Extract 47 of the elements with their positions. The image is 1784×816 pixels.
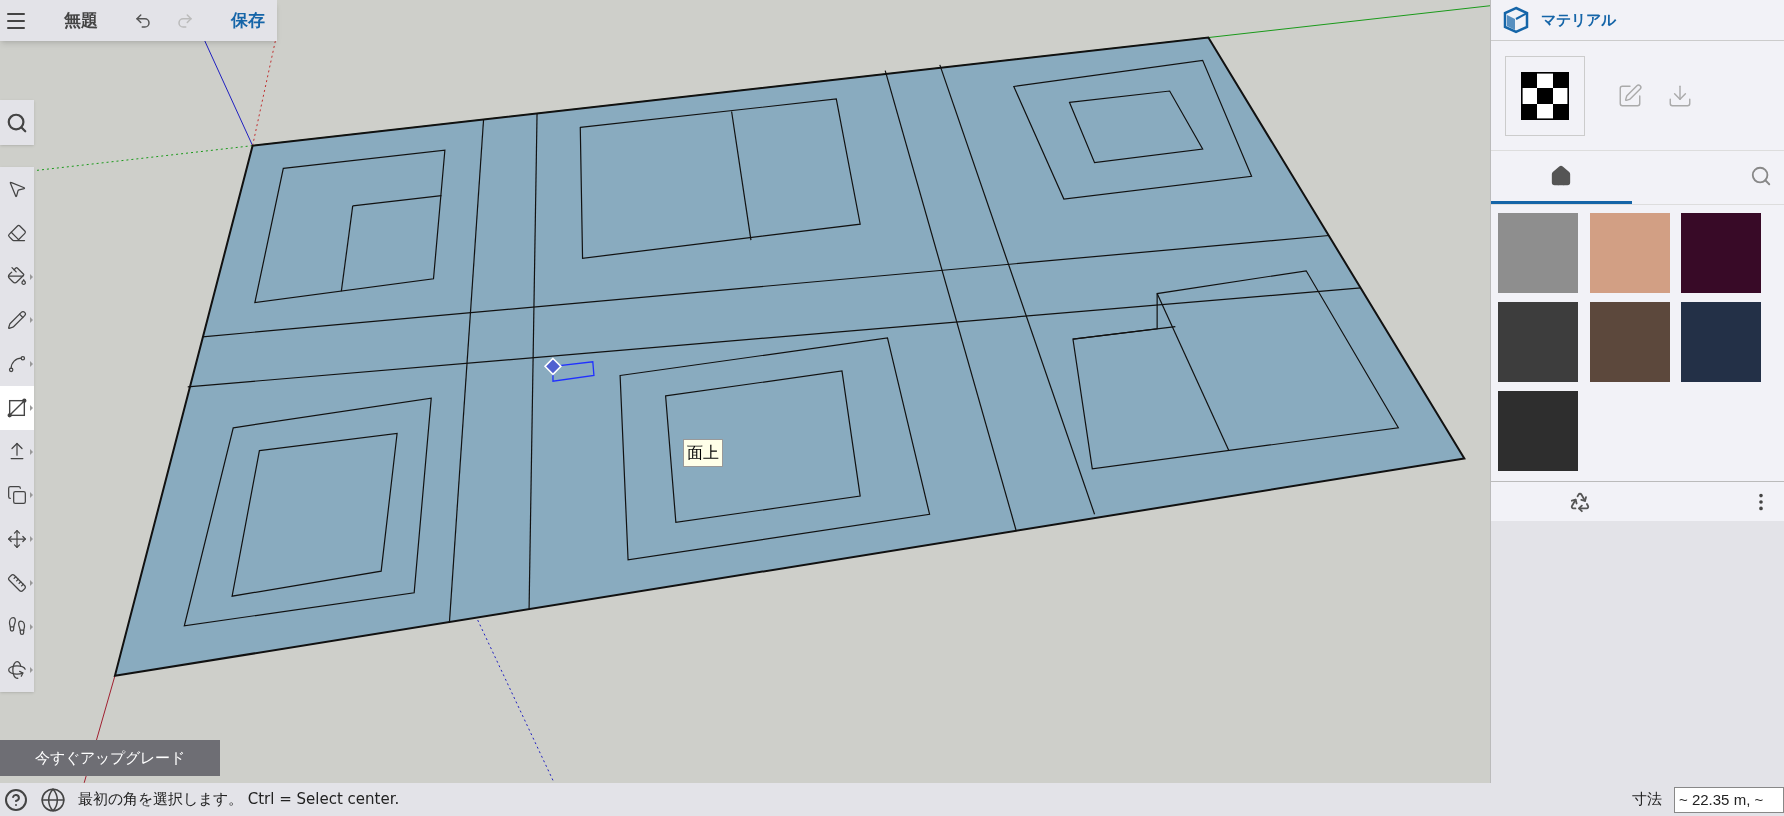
search-icon (6, 111, 28, 134)
flyout-arrow-icon (30, 361, 33, 367)
upgrade-button[interactable]: 今すぐアップグレード (0, 740, 220, 776)
panel-title: マテリアル (1541, 9, 1616, 31)
material-swatch[interactable] (1498, 302, 1578, 382)
flyout-arrow-icon (30, 317, 33, 324)
rectangle-icon (6, 396, 28, 419)
flyout-arrow-icon (30, 448, 33, 455)
offset-icon (7, 485, 27, 506)
material-swatch[interactable] (1589, 213, 1670, 293)
tool-button[interactable] (0, 385, 34, 430)
document-title: 無題 (64, 8, 98, 32)
eraser-icon (7, 222, 27, 243)
globe-icon[interactable] (40, 786, 66, 813)
status-message: 最初の角を選択します。 Ctrl = Select center. (78, 789, 400, 811)
save-button[interactable]: 保存 (231, 7, 265, 34)
move-icon (7, 528, 27, 549)
tape-measure-icon (7, 572, 27, 593)
help-icon[interactable] (4, 787, 28, 812)
rectangle-cursor-drawing (543, 357, 595, 382)
home-icon (1550, 165, 1573, 187)
material-swatch[interactable] (1681, 302, 1762, 382)
measurement-field[interactable]: ~ 22.35 m, ~ (1674, 786, 1784, 813)
footprints-icon (7, 616, 27, 637)
flyout-arrow-icon (30, 579, 33, 586)
material-swatch[interactable] (1498, 213, 1578, 293)
hover-tooltip: 面上 (683, 439, 723, 467)
flyout-arrow-icon (30, 623, 33, 630)
material-swatch[interactable] (1681, 213, 1762, 293)
checker-pattern-icon (1521, 71, 1569, 120)
flyout-arrow-icon (30, 273, 33, 280)
cube-icon (1503, 6, 1529, 34)
flyout-arrow-icon (30, 667, 33, 674)
orbit-icon (7, 660, 27, 681)
material-swatch[interactable] (1498, 391, 1578, 471)
search-list-icon (1750, 165, 1772, 187)
search-button[interactable] (0, 100, 34, 145)
flyout-arrow-icon (30, 492, 33, 499)
paint-bucket-icon (7, 266, 27, 287)
arc-icon (7, 353, 27, 374)
flyout-arrow-icon (30, 404, 33, 411)
flyout-arrow-icon (30, 536, 33, 542)
measurement-label: 寸法 (1632, 789, 1662, 811)
material-swatch[interactable] (1589, 302, 1670, 382)
pencil-icon (7, 310, 27, 331)
recycle-icon[interactable] (1569, 490, 1591, 513)
undo-icon[interactable] (134, 11, 152, 30)
